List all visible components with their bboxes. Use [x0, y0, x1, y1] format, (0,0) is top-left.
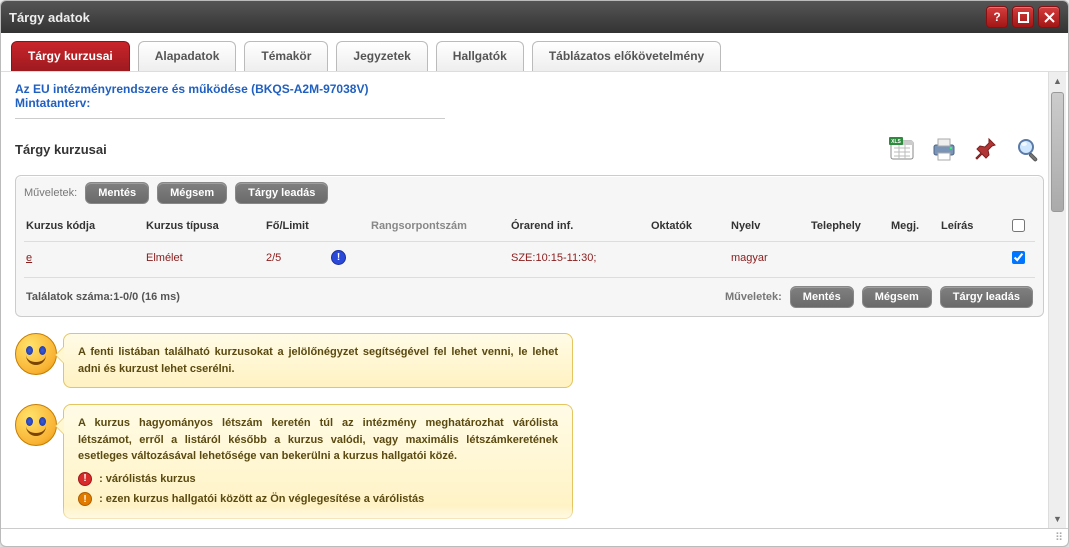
hint-row-2: A kurzus hagyományos létszám keretén túl… [15, 404, 1044, 519]
section-head: Tárgy kurzusai XLS [15, 133, 1044, 165]
cell-limit: 2/5 [266, 252, 331, 264]
cancel-button[interactable]: Mégsem [157, 182, 227, 204]
content-area: Az EU intézményrendszere és működése (BK… [1, 72, 1068, 528]
select-all-checkbox[interactable] [1012, 219, 1025, 232]
statusbar: ⠿ [1, 528, 1068, 546]
close-button[interactable] [1038, 6, 1060, 28]
results-text: Találatok száma:1-0/0 (16 ms) [26, 291, 180, 303]
hint-bubble-1: A fenti listában található kurzusokat a … [63, 333, 573, 388]
col-note[interactable]: Megj. [891, 220, 941, 232]
ops-label-bottom: Műveletek: [725, 291, 782, 303]
tab-hallgatok[interactable]: Hallgatók [436, 41, 524, 71]
col-type[interactable]: Kurzus típusa [146, 220, 266, 232]
tab-temakor[interactable]: Témakör [244, 41, 328, 71]
save-button[interactable]: Mentés [85, 182, 149, 204]
col-teachers[interactable]: Oktatók [651, 220, 731, 232]
save-button-bottom[interactable]: Mentés [790, 286, 854, 308]
grid-panel: Műveletek: Mentés Mégsem Tárgy leadás Ku… [15, 175, 1044, 317]
ops-row-top: Műveletek: Mentés Mégsem Tárgy leadás [24, 182, 1035, 204]
print-icon[interactable] [928, 133, 960, 165]
dialog-window: Tárgy adatok ? Tárgy kurzusai Alapadatok… [0, 0, 1069, 547]
col-limit[interactable]: Fő/Limit [266, 220, 331, 232]
row-select-checkbox[interactable] [1012, 251, 1025, 264]
scroll-down-icon[interactable]: ▼ [1049, 510, 1066, 528]
subject-link[interactable]: Az EU intézményrendszere és működése (BK… [15, 82, 1044, 96]
scrollbar[interactable]: ▲ ▼ [1048, 72, 1066, 528]
cell-schedule: SZE:10:15-11:30; [511, 252, 651, 264]
hint2-b2: : ezen kurzus hallgatói között az Ön vég… [99, 493, 424, 505]
red-indicator-icon: ! [78, 472, 92, 486]
col-code[interactable]: Kurzus kódja [26, 220, 146, 232]
col-site[interactable]: Telephely [811, 220, 891, 232]
hint2-main: A kurzus hagyományos létszám keretén túl… [78, 417, 558, 462]
drop-subject-button-bottom[interactable]: Tárgy leadás [940, 286, 1033, 308]
svg-text:XLS: XLS [891, 139, 901, 145]
divider [15, 118, 445, 119]
cell-type: Elmélet [146, 252, 266, 264]
cell-lang: magyar [731, 252, 811, 264]
resize-grip-icon[interactable]: ⠿ [1055, 531, 1064, 544]
tab-alapadatok[interactable]: Alapadatok [138, 41, 237, 71]
cancel-button-bottom[interactable]: Mégsem [862, 286, 932, 308]
help-button[interactable]: ? [986, 6, 1008, 28]
col-rank[interactable]: Rangsorpontszám [371, 220, 511, 232]
maximize-button[interactable] [1012, 6, 1034, 28]
hint2-b1: : várólistás kurzus [99, 473, 196, 485]
orange-indicator-icon: ! [78, 492, 92, 506]
search-icon[interactable] [1012, 133, 1044, 165]
table-row[interactable]: e Elmélet 2/5 ! SZE:10:15-11:30; magyar [24, 242, 1035, 273]
grid-header: Kurzus kódja Kurzus típusa Fő/Limit Rang… [24, 210, 1035, 242]
results-row: Találatok száma:1-0/0 (16 ms) Műveletek:… [24, 277, 1035, 310]
scrollbar-thumb[interactable] [1051, 92, 1064, 212]
col-schedule[interactable]: Órarend inf. [511, 220, 651, 232]
course-code-link[interactable]: e [26, 252, 32, 264]
tab-jegyzetek[interactable]: Jegyzetek [336, 41, 427, 71]
window-title: Tárgy adatok [9, 10, 90, 25]
tab-bar: Tárgy kurzusai Alapadatok Témakör Jegyze… [1, 33, 1068, 72]
mintatanterv-label: Mintatanterv: [15, 96, 1044, 110]
tab-tablazatos-elokovetelmeny[interactable]: Táblázatos előkövetelmény [532, 41, 721, 71]
titlebar: Tárgy adatok ? [1, 1, 1068, 33]
info-icon[interactable]: ! [331, 250, 346, 265]
col-lang[interactable]: Nyelv [731, 220, 811, 232]
hint-bubble-2: A kurzus hagyományos létszám keretén túl… [63, 404, 573, 519]
scroll-up-icon[interactable]: ▲ [1049, 72, 1066, 90]
pin-icon[interactable] [970, 133, 1002, 165]
drop-subject-button[interactable]: Tárgy leadás [235, 182, 328, 204]
ops-label-top: Műveletek: [24, 187, 77, 199]
tab-targy-kurzusai[interactable]: Tárgy kurzusai [11, 41, 130, 71]
col-desc[interactable]: Leírás [941, 220, 1006, 232]
section-title: Tárgy kurzusai [15, 142, 107, 157]
hint-row-1: A fenti listában található kurzusokat a … [15, 333, 1044, 388]
xls-export-icon[interactable]: XLS [886, 133, 918, 165]
